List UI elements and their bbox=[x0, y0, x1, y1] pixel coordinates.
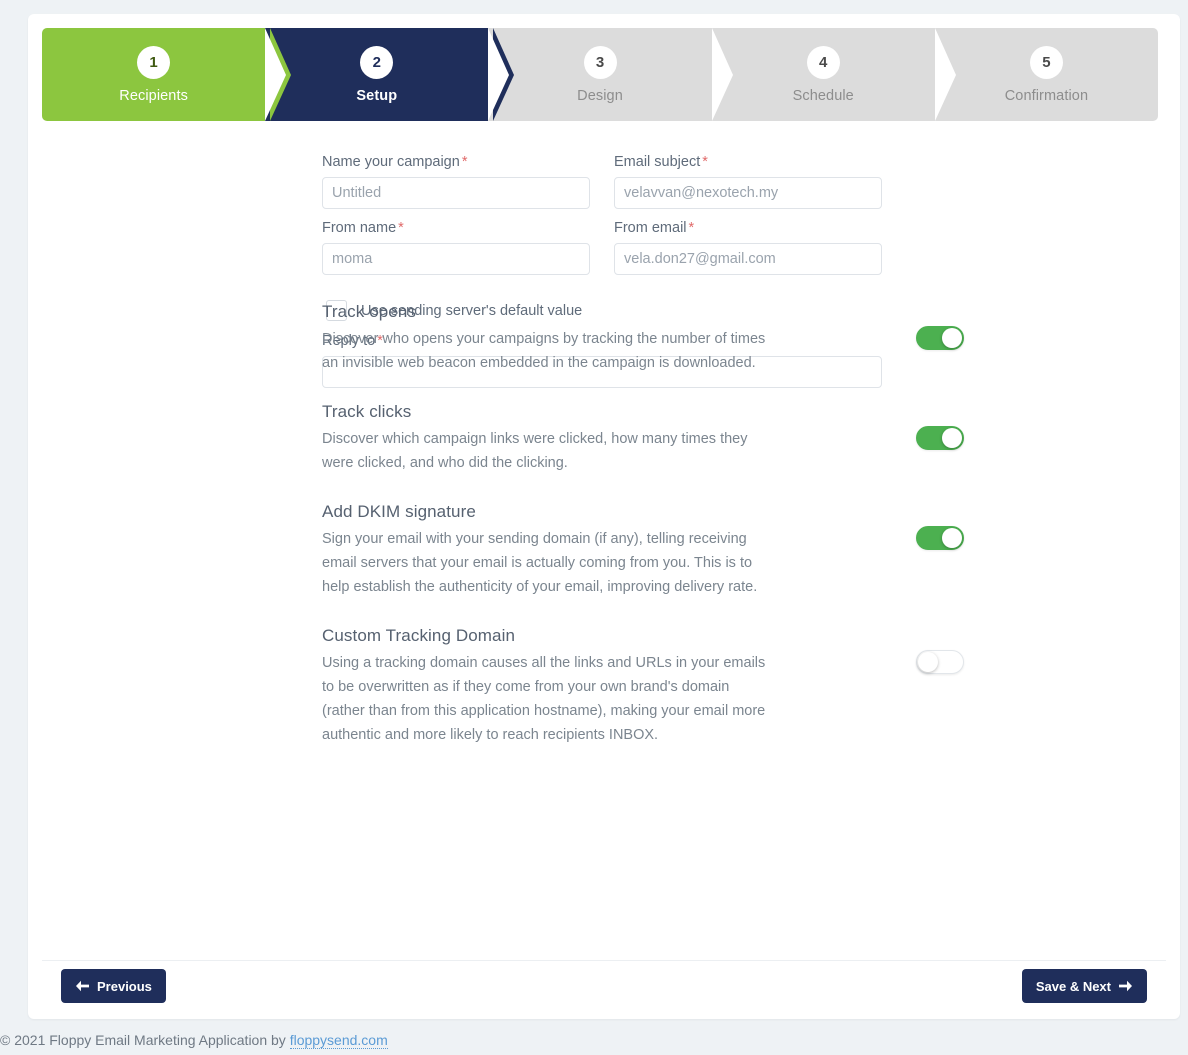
setting-dkim-signature: Add DKIM signature Sign your email with … bbox=[322, 502, 964, 599]
setting-title: Add DKIM signature bbox=[322, 502, 476, 521]
step-setup[interactable]: 2 Setup bbox=[265, 28, 515, 121]
toggle-knob bbox=[942, 328, 962, 348]
step-label: Recipients bbox=[119, 87, 188, 104]
setting-title: Track clicks bbox=[322, 402, 412, 421]
campaign-name-label: Name your campaign * bbox=[322, 154, 468, 170]
from-name-input[interactable] bbox=[322, 243, 590, 275]
required-marker: * bbox=[688, 220, 695, 236]
setting-custom-tracking-domain: Custom Tracking Domain Using a tracking … bbox=[322, 626, 964, 747]
setting-description: Discover which campaign links were click… bbox=[322, 431, 748, 471]
arrow-left-icon bbox=[76, 980, 89, 992]
campaign-name-input[interactable] bbox=[322, 177, 590, 209]
field-email-subject: Email subject * bbox=[614, 154, 882, 209]
from-email-input[interactable] bbox=[614, 243, 882, 275]
step-number: 2 bbox=[360, 45, 394, 79]
required-marker: * bbox=[461, 154, 468, 170]
email-subject-label: Email subject * bbox=[614, 154, 708, 170]
from-email-label: From email * bbox=[614, 220, 695, 236]
floppysend-link[interactable]: floppysend.com bbox=[289, 1032, 388, 1049]
tracking-settings: Track opens Discover who opens your camp… bbox=[322, 302, 964, 774]
email-subject-input[interactable] bbox=[614, 177, 882, 209]
step-confirmation[interactable]: 5 Confirmation bbox=[934, 28, 1158, 121]
setting-title: Custom Tracking Domain bbox=[322, 626, 516, 645]
form-row-from: From name* From email* bbox=[322, 220, 882, 286]
custom-tracking-domain-toggle[interactable] bbox=[916, 650, 964, 674]
step-schedule[interactable]: 4 Schedule bbox=[711, 28, 962, 121]
previous-button-label: Previous bbox=[97, 978, 152, 994]
form-row-names: Name your campaign* Email subject* bbox=[322, 154, 882, 220]
save-next-button-label: Save & Next bbox=[1035, 978, 1111, 994]
save-next-button[interactable]: Save & Next bbox=[1021, 969, 1147, 1003]
setting-description: Using a tracking domain causes all the l… bbox=[322, 655, 766, 743]
step-label: Schedule bbox=[792, 87, 854, 104]
setting-title: Track opens bbox=[322, 302, 417, 321]
step-number: 3 bbox=[583, 45, 617, 79]
campaign-setup-card: 1 Recipients 2 Setup 3 Design 4 Schedule… bbox=[28, 14, 1180, 1019]
step-label: Setup bbox=[356, 87, 398, 104]
track-opens-toggle[interactable] bbox=[916, 326, 964, 350]
setting-description: Discover who opens your campaigns by tra… bbox=[322, 331, 766, 371]
step-number: 4 bbox=[806, 45, 840, 79]
field-campaign-name: Name your campaign * bbox=[322, 154, 590, 209]
step-label: Design bbox=[577, 87, 623, 104]
setting-track-opens: Track opens Discover who opens your camp… bbox=[322, 302, 964, 375]
step-recipients[interactable]: 1 Recipients bbox=[42, 28, 292, 121]
toggle-knob bbox=[942, 428, 962, 448]
arrow-right-icon bbox=[1119, 980, 1132, 992]
previous-button[interactable]: Previous bbox=[61, 969, 166, 1003]
footer-divider bbox=[42, 960, 1166, 961]
toggle-knob bbox=[918, 652, 938, 672]
field-from-name: From name * bbox=[322, 220, 590, 275]
track-clicks-toggle[interactable] bbox=[916, 426, 964, 450]
setting-description: Sign your email with your sending domain… bbox=[322, 531, 758, 595]
from-name-label: From name * bbox=[322, 220, 404, 236]
copyright-text: © 2021 Floppy Email Marketing Applicatio… bbox=[0, 1032, 286, 1048]
campaign-stepper: 1 Recipients 2 Setup 3 Design 4 Schedule… bbox=[42, 28, 1158, 121]
required-marker: * bbox=[702, 154, 708, 170]
step-label: Confirmation bbox=[1004, 87, 1089, 104]
step-design[interactable]: 3 Design bbox=[488, 28, 738, 121]
step-number: 1 bbox=[137, 45, 171, 79]
required-marker: * bbox=[398, 220, 404, 236]
setting-track-clicks: Track clicks Discover which campaign lin… bbox=[322, 402, 964, 475]
step-number: 5 bbox=[1029, 45, 1063, 79]
footer-copyright: © 2021 Floppy Email Marketing Applicatio… bbox=[0, 1025, 1188, 1055]
dkim-signature-toggle[interactable] bbox=[916, 526, 964, 550]
field-from-email: From email * bbox=[614, 220, 882, 275]
toggle-knob bbox=[942, 528, 962, 548]
